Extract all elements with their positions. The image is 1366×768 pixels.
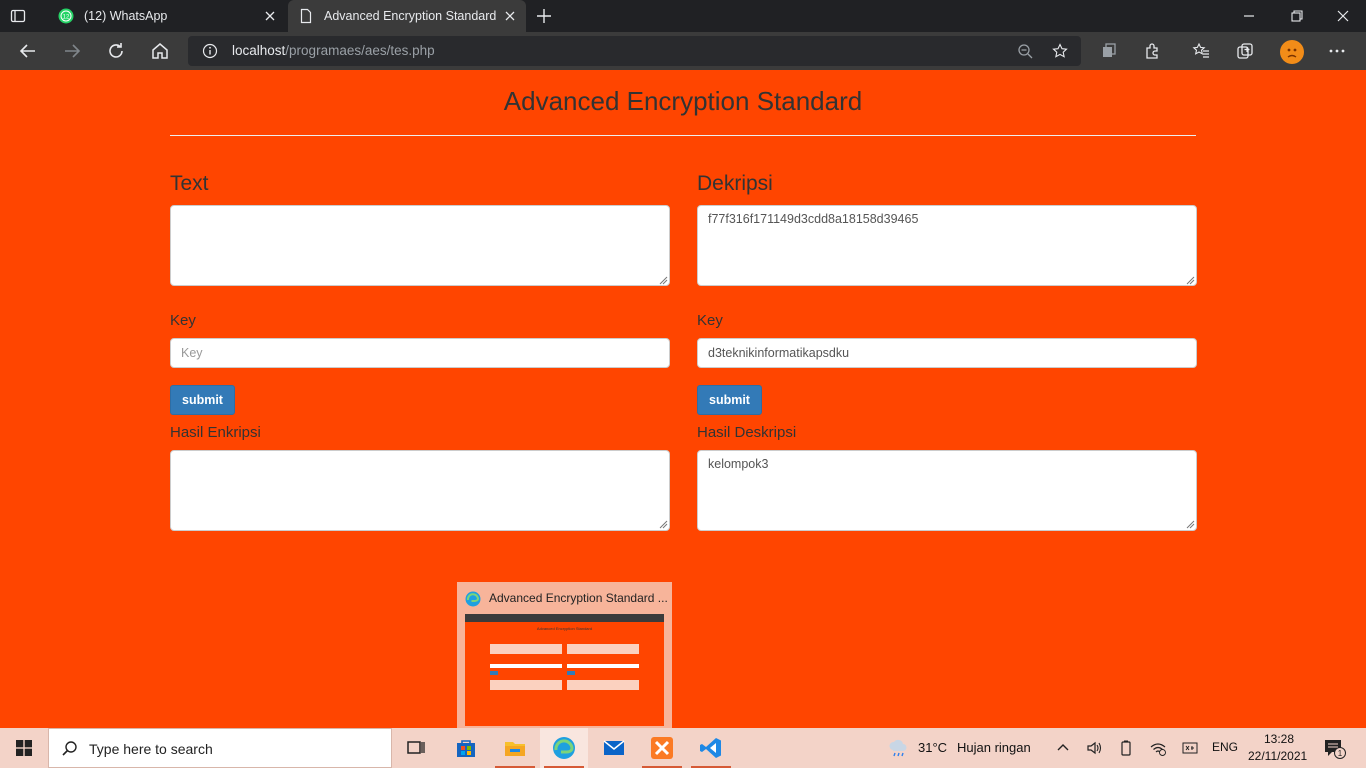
weather-icon[interactable] (888, 738, 910, 758)
svg-text:1: 1 (1338, 749, 1343, 758)
url-text: localhost/programaes/aes/tes.php (232, 43, 435, 58)
favorites-icon[interactable] (1192, 42, 1210, 60)
site-info-icon[interactable] (202, 43, 218, 59)
tab-title: (12) WhatsApp (84, 9, 168, 23)
taskbar-app-store[interactable] (442, 728, 490, 768)
tab-whatsapp[interactable]: 12 (12) WhatsApp (48, 0, 286, 32)
tab-actions-icon[interactable] (10, 8, 26, 24)
taskbar-app-mail[interactable] (590, 728, 638, 768)
page-icon (300, 8, 312, 24)
task-view-button[interactable] (392, 728, 440, 768)
preview-title: Advanced Encryption Standard ... (489, 591, 667, 605)
edge-icon (465, 591, 481, 607)
volume-icon[interactable] (1086, 740, 1102, 756)
close-tab-icon[interactable] (504, 10, 516, 22)
decrypt-result-textarea[interactable]: kelompok3 (697, 450, 1197, 531)
xampp-icon (651, 737, 673, 759)
more-menu-icon[interactable] (1328, 42, 1346, 60)
task-view-icon (407, 741, 425, 754)
mini-field (490, 644, 562, 654)
mini-field (490, 664, 562, 668)
edge-icon (553, 737, 575, 759)
extensions-icon[interactable] (1144, 42, 1162, 60)
resize-grip-icon[interactable] (1186, 276, 1195, 285)
taskbar-app-xampp[interactable] (638, 728, 686, 768)
network-icon[interactable] (1150, 740, 1166, 756)
page-title: Advanced Encryption Standard (503, 86, 863, 116)
taskbar-search-box[interactable]: Type here to search (48, 728, 392, 768)
new-tab-icon[interactable] (536, 8, 552, 24)
clock-time[interactable]: 13:28 (1264, 732, 1294, 746)
minimize-icon[interactable] (1242, 9, 1256, 23)
mini-field (567, 664, 639, 668)
search-placeholder: Type here to search (89, 741, 213, 757)
preview-thumbnail: Advanced Encryption Standard (465, 614, 664, 726)
collections-add-icon[interactable] (1236, 42, 1254, 60)
close-tab-icon[interactable] (264, 10, 276, 22)
encrypt-result-textarea[interactable] (170, 450, 670, 531)
mini-button (490, 671, 498, 675)
refresh-icon[interactable] (106, 41, 126, 61)
notification-icon[interactable]: 1 (1324, 739, 1346, 759)
encrypt-key-input[interactable]: Key (170, 338, 670, 368)
language-indicator[interactable]: ENG (1212, 740, 1238, 754)
restore-icon[interactable] (1290, 9, 1304, 23)
close-window-icon[interactable] (1336, 9, 1350, 23)
tab-aes[interactable]: Advanced Encryption Standard (288, 0, 526, 32)
mini-toolbar (465, 614, 664, 622)
weather-temp[interactable]: 31°C (918, 740, 947, 755)
encrypt-submit-button[interactable]: submit (170, 385, 235, 415)
face-icon (1287, 48, 1297, 58)
decrypt-heading: Dekripsi (697, 172, 773, 195)
ciphertext-textarea[interactable]: f77f316f171149d3cdd8a18158d39465 (697, 205, 1197, 286)
divider (170, 135, 1196, 136)
collections-icon[interactable] (1100, 42, 1118, 60)
taskbar-app-edge[interactable] (540, 728, 588, 768)
decrypt-key-input[interactable]: d3teknikinformatikapsdku (697, 338, 1197, 368)
taskbar-window-preview[interactable]: Advanced Encryption Standard ... Advance… (457, 582, 672, 728)
taskbar-app-explorer[interactable] (491, 728, 539, 768)
browser-tab-bar: 12 (12) WhatsApp Advanced Encryption Sta… (0, 0, 1366, 32)
resize-grip-icon[interactable] (1186, 520, 1195, 529)
windows-taskbar: Type here to search 31°C Hujan ringan EN… (0, 728, 1366, 768)
input-indicator-icon[interactable] (1182, 740, 1198, 756)
zoom-out-icon[interactable] (1017, 43, 1033, 59)
profile-avatar[interactable] (1280, 40, 1304, 64)
resize-grip-icon[interactable] (659, 276, 668, 285)
windows-start-icon[interactable] (16, 740, 32, 756)
encrypt-key-label: Key (170, 312, 196, 329)
whatsapp-icon: 12 (58, 8, 74, 24)
mini-field (567, 680, 639, 690)
home-icon[interactable] (150, 41, 170, 61)
battery-icon[interactable] (1118, 740, 1134, 756)
mini-field (567, 644, 639, 654)
address-bar[interactable]: localhost/programaes/aes/tes.php (188, 36, 1081, 66)
mini-button (567, 671, 575, 675)
folder-icon (505, 742, 525, 756)
add-favorite-icon[interactable] (1052, 43, 1068, 59)
store-icon (457, 740, 475, 757)
show-hidden-icons-icon[interactable] (1055, 740, 1071, 756)
forward-icon[interactable] (62, 41, 82, 61)
decrypt-key-label: Key (697, 312, 723, 329)
decrypt-submit-button[interactable]: submit (697, 385, 762, 415)
search-icon (62, 741, 77, 756)
decrypt-result-label: Hasil Deskripsi (697, 424, 797, 441)
browser-toolbar: localhost/programaes/aes/tes.php (0, 32, 1366, 70)
encrypt-result-label: Hasil Enkripsi (170, 424, 261, 441)
mail-icon (603, 740, 625, 755)
back-icon[interactable] (18, 41, 38, 61)
mini-title: Advanced Encryption Standard (536, 626, 593, 631)
weather-desc[interactable]: Hujan ringan (957, 740, 1031, 755)
resize-grip-icon[interactable] (659, 520, 668, 529)
encrypt-heading: Text (170, 172, 209, 195)
taskbar-app-vscode[interactable] (687, 728, 735, 768)
mini-field (490, 680, 562, 690)
clock-date[interactable]: 22/11/2021 (1248, 749, 1307, 763)
svg-text:12: 12 (63, 15, 70, 21)
tab-title: Advanced Encryption Standard (324, 9, 497, 23)
vscode-icon (700, 738, 721, 758)
plaintext-textarea[interactable] (170, 205, 670, 286)
